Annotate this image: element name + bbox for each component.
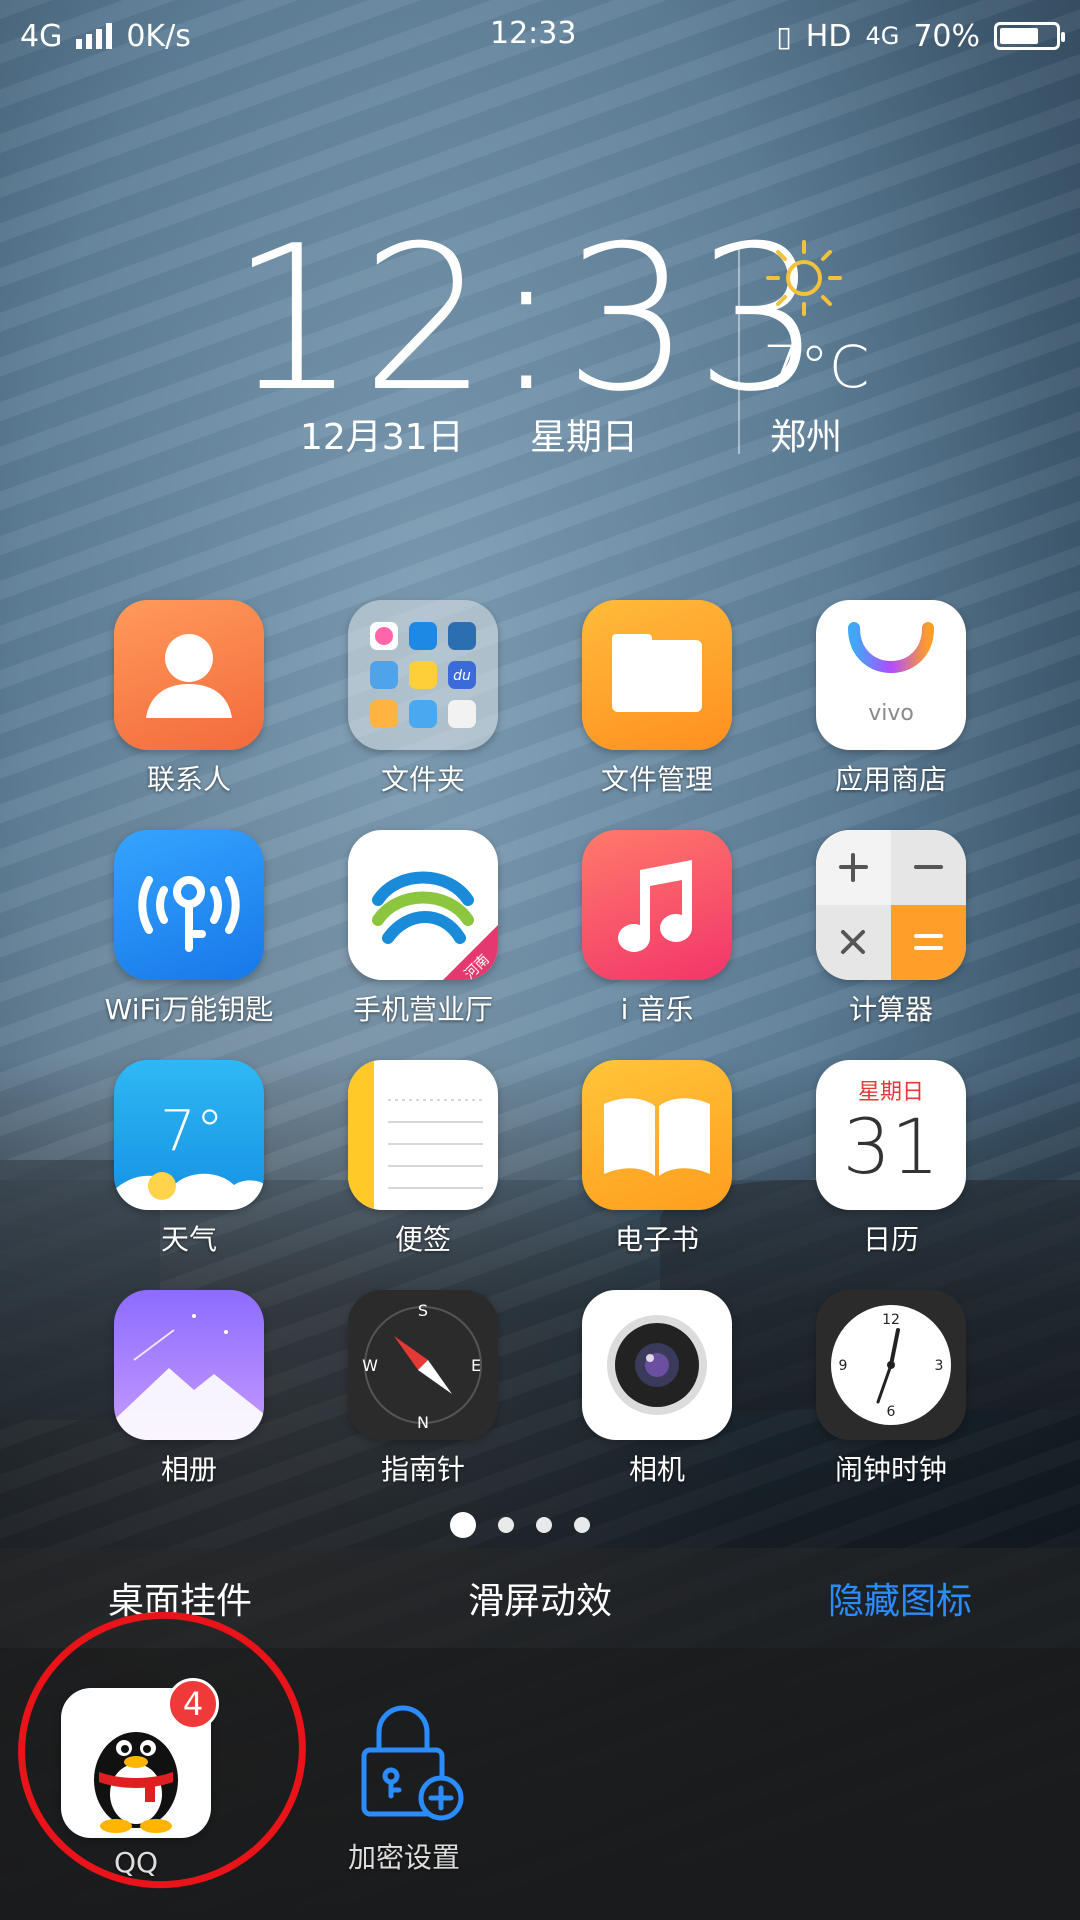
widget-weekday: 星期日 xyxy=(530,417,639,458)
clock-3: 3 xyxy=(935,1358,944,1374)
calendar-icon: 星期日 31 xyxy=(816,1060,966,1210)
app-contacts[interactable]: 联系人 xyxy=(89,600,289,820)
app-label: WiFi万能钥匙 xyxy=(104,993,274,1026)
sun-icon xyxy=(766,240,842,316)
app-label: 文件管理 xyxy=(600,763,713,796)
app-label: 相机 xyxy=(628,1453,685,1486)
folder-icon: du xyxy=(348,600,498,750)
app-label: 日历 xyxy=(862,1223,919,1256)
app-file-manager[interactable]: 文件管理 xyxy=(557,600,757,820)
app-calculator[interactable]: 计算器 xyxy=(791,830,991,1050)
app-app-store[interactable]: vivo 应用商店 xyxy=(791,600,991,820)
clock-6: 6 xyxy=(887,1404,896,1420)
qq-penguin-icon: 4 xyxy=(61,1678,219,1838)
app-label: 闹钟时钟 xyxy=(834,1453,947,1486)
hidden-apps-tray: 4 QQ 加密设置 xyxy=(0,1593,1080,1920)
status-bar: 4G 0K/s 12:33 ▯ HD 4G 70% xyxy=(0,0,1080,72)
lock-plus-icon xyxy=(329,1698,479,1828)
clock-icon: 12 3 6 9 xyxy=(816,1290,966,1440)
edit-panel-tabs: 桌面挂件 滑屏动效 隐藏图标 xyxy=(0,1548,1080,1648)
app-gallery[interactable]: 相册 xyxy=(89,1290,289,1510)
app-label: i 音乐 xyxy=(620,993,694,1026)
calendar-day: 31 xyxy=(842,1102,940,1191)
gallery-icon xyxy=(114,1290,264,1440)
app-compass[interactable]: S N W E 指南针 xyxy=(323,1290,523,1510)
app-label: QQ xyxy=(113,1846,159,1879)
tab-scroll-effects[interactable]: 滑屏动效 xyxy=(458,1572,622,1624)
compass-w: W xyxy=(362,1356,378,1375)
page-dot[interactable] xyxy=(450,1512,476,1538)
app-label: 相册 xyxy=(160,1453,217,1486)
signal-icon xyxy=(76,23,113,49)
app-label: 天气 xyxy=(160,1223,217,1256)
status-time: 12:33 xyxy=(490,16,577,51)
app-label: 联系人 xyxy=(146,763,231,796)
vibrate-icon: ▯ xyxy=(776,19,792,53)
camera-icon xyxy=(582,1290,732,1440)
clock-12: 12 xyxy=(882,1312,900,1328)
app-ebook[interactable]: 电子书 xyxy=(557,1060,757,1280)
page-indicator[interactable] xyxy=(450,1512,590,1538)
tab-widgets[interactable]: 桌面挂件 xyxy=(98,1572,262,1624)
weather-city: 郑州 xyxy=(770,417,843,458)
page-dot[interactable] xyxy=(498,1517,514,1533)
vivo-text: vivo xyxy=(868,701,914,726)
tray-app-encryption-settings[interactable]: 加密设置 xyxy=(304,1698,504,1876)
contacts-icon xyxy=(114,600,264,750)
app-notes[interactable]: 便签 xyxy=(323,1060,523,1280)
weather-app-icon: 7° xyxy=(114,1060,264,1210)
calculator-icon xyxy=(816,830,966,980)
widget-time: 12:33 xyxy=(230,203,827,436)
app-clock[interactable]: 12 3 6 9 闹钟时钟 xyxy=(791,1290,991,1510)
app-label: 指南针 xyxy=(380,1453,465,1486)
weather-temperature: 7°C xyxy=(763,333,870,401)
battery-percent: 70% xyxy=(913,18,980,54)
widget-divider xyxy=(738,244,740,454)
wifi-key-icon xyxy=(114,830,264,980)
tab-hide-icons[interactable]: 隐藏图标 xyxy=(818,1572,982,1624)
network-type: 4G xyxy=(20,18,63,54)
compass-e: E xyxy=(471,1356,481,1375)
app-china-mobile[interactable]: 河南 手机营业厅 xyxy=(323,830,523,1050)
music-icon xyxy=(582,830,732,980)
app-weather[interactable]: 7° 天气 xyxy=(89,1060,289,1280)
tray-app-qq[interactable]: 4 QQ xyxy=(36,1678,236,1879)
app-camera[interactable]: 相机 xyxy=(557,1290,757,1510)
app-folder[interactable]: du 文件夹 xyxy=(323,600,523,820)
app-label: 便签 xyxy=(394,1223,451,1256)
clock-9: 9 xyxy=(839,1358,848,1374)
app-store-icon: vivo xyxy=(816,600,966,750)
notes-icon xyxy=(348,1060,498,1210)
app-label: 加密设置 xyxy=(347,1841,460,1874)
network-speed: 0K/s xyxy=(126,18,191,54)
notification-badge: 4 xyxy=(167,1678,219,1730)
app-label: 计算器 xyxy=(848,993,933,1026)
app-label: 应用商店 xyxy=(834,763,947,796)
page-dot[interactable] xyxy=(536,1517,552,1533)
clock-weather-widget[interactable]: 12:33 12月31日 星期日 7°C 郑州 xyxy=(230,220,869,460)
file-manager-icon xyxy=(582,600,732,750)
compass-n: N xyxy=(417,1413,429,1432)
folder-du-text: du xyxy=(453,668,471,684)
network-type-right: 4G xyxy=(865,22,900,50)
app-label: 电子书 xyxy=(614,1223,699,1256)
china-mobile-icon: 河南 xyxy=(348,830,498,980)
app-music[interactable]: i 音乐 xyxy=(557,830,757,1050)
app-calendar[interactable]: 星期日 31 日历 xyxy=(791,1060,991,1280)
battery-icon xyxy=(994,22,1065,50)
compass-icon: S N W E xyxy=(348,1290,498,1440)
weather-app-temp: 7° xyxy=(160,1099,224,1164)
page-dot[interactable] xyxy=(574,1517,590,1533)
app-wifi-key[interactable]: WiFi万能钥匙 xyxy=(89,830,289,1050)
widget-date: 12月31日 xyxy=(300,417,464,458)
app-label: 文件夹 xyxy=(380,763,465,796)
hd-label: HD xyxy=(805,18,852,54)
app-label: 手机营业厅 xyxy=(352,993,493,1026)
ebook-icon xyxy=(582,1060,732,1210)
compass-s: S xyxy=(418,1301,428,1320)
